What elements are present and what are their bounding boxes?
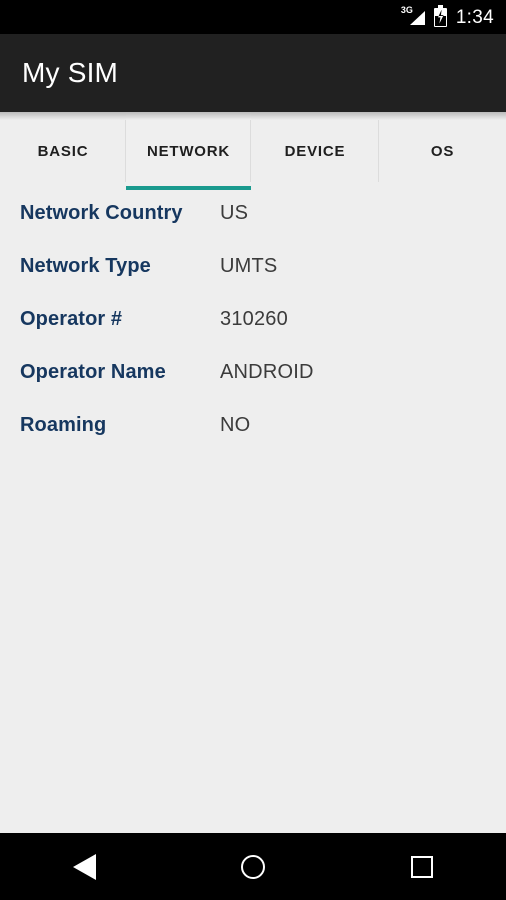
list-item: Roaming NO <box>0 414 506 467</box>
status-icons: 3G 1:34 <box>401 4 494 28</box>
android-navigation-bar <box>0 833 506 900</box>
app-bar: My SIM <box>0 34 506 112</box>
signal-triangle <box>409 11 425 25</box>
back-button[interactable] <box>29 833 139 900</box>
tab-bar: BASIC NETWORK DEVICE OS <box>0 112 506 190</box>
home-button[interactable] <box>198 833 308 900</box>
recents-button[interactable] <box>367 833 477 900</box>
operator-name-value: ANDROID <box>220 361 314 383</box>
network-type-value: UMTS <box>220 255 278 277</box>
page-title: My SIM <box>22 57 119 88</box>
tab-network-label: NETWORK <box>146 142 231 160</box>
status-bar: 3G 1:34 <box>0 0 506 34</box>
network-country-value: US <box>220 202 249 224</box>
tab-device-label: DEVICE <box>284 142 346 160</box>
charging-bolt-icon <box>438 9 444 24</box>
roaming-value: NO <box>220 414 251 436</box>
tab-basic-label: BASIC <box>37 142 89 160</box>
home-circle-icon <box>240 854 265 879</box>
list-item: Network Type UMTS <box>0 255 506 308</box>
tab-os[interactable]: OS <box>379 112 506 190</box>
list-item: Network Country US <box>0 202 506 255</box>
tab-network[interactable]: NETWORK <box>126 112 251 190</box>
phone-screen: 3G 1:34 My SIM BASIC NETWORK DEVICE OS N… <box>0 0 506 900</box>
operator-number-label: Operator # <box>20 308 123 330</box>
recents-square-icon <box>410 855 433 878</box>
operator-name-label: Operator Name <box>20 361 166 383</box>
network-type-row-label: Network Type <box>20 255 151 277</box>
tab-device[interactable]: DEVICE <box>251 112 379 190</box>
list-item: Operator Name ANDROID <box>0 361 506 414</box>
operator-number-value: 310260 <box>220 308 288 330</box>
battery-charging-icon <box>433 4 447 27</box>
roaming-label: Roaming <box>20 414 107 436</box>
signal-bars-icon: 3G <box>401 6 425 27</box>
back-triangle-icon <box>72 853 96 880</box>
status-clock: 1:34 <box>455 6 494 28</box>
tab-os-label: OS <box>430 142 455 160</box>
tab-basic[interactable]: BASIC <box>0 112 126 190</box>
network-info-list: Network Country US Network Type UMTS Ope… <box>0 190 506 833</box>
network-country-label: Network Country <box>20 202 183 224</box>
list-item: Operator # 310260 <box>0 308 506 361</box>
